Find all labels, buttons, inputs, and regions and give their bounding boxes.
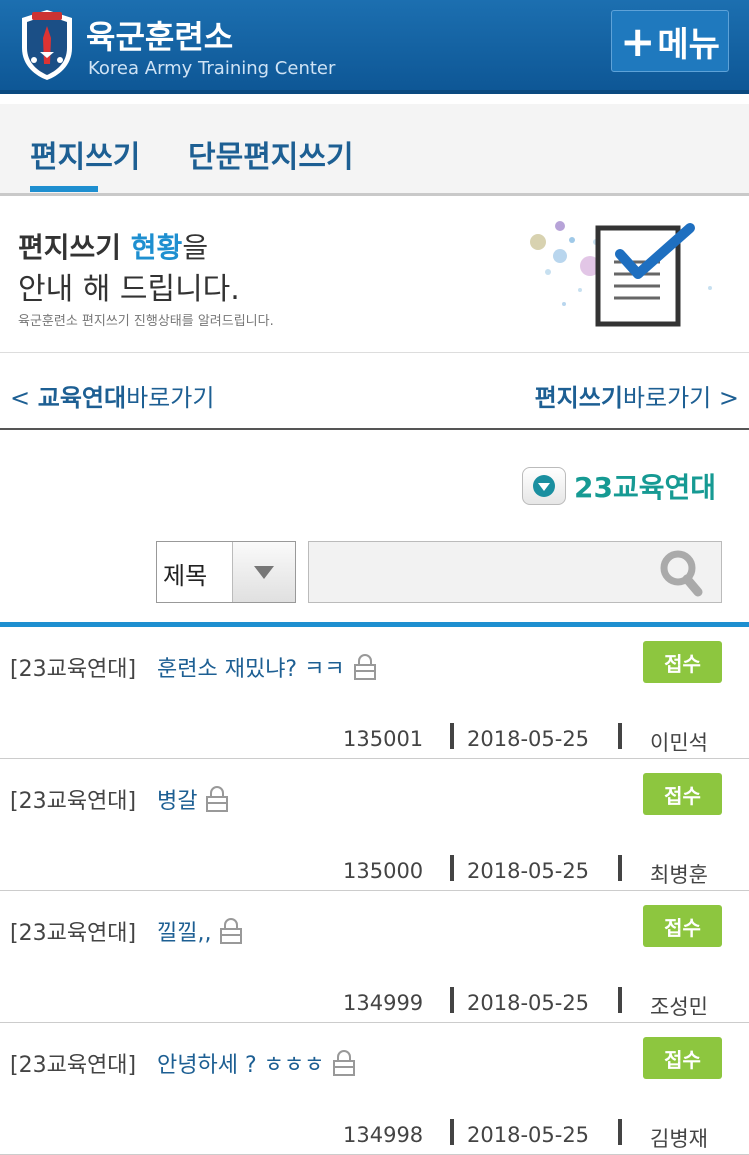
letter-author: 조성민 bbox=[650, 995, 708, 1019]
letter-title-link[interactable]: 안녕하세 ? ㅎㅎㅎ bbox=[157, 1047, 356, 1079]
status-badge: 접수 bbox=[643, 1037, 722, 1079]
divider bbox=[450, 1119, 454, 1145]
notice-description: 육군훈련소 편지쓰기 진행상태를 알려드립니다. bbox=[18, 314, 274, 329]
chevron-left-icon: < bbox=[10, 384, 38, 412]
unit-selector[interactable]: 23교육연대 bbox=[522, 466, 716, 506]
letter-number: 134998 bbox=[343, 1123, 424, 1147]
letter-date: 2018-05-25 bbox=[467, 859, 590, 883]
plus-icon: + bbox=[620, 16, 656, 66]
checklist-illustration-icon bbox=[530, 221, 712, 327]
go-training-unit-link[interactable]: < 교육연대바로가기 bbox=[10, 378, 214, 413]
brand-subtitle: Korea Army Training Center bbox=[88, 58, 336, 79]
letter-number: 134999 bbox=[343, 991, 424, 1015]
active-tab-indicator bbox=[30, 186, 98, 192]
letter-date: 2018-05-25 bbox=[467, 727, 590, 751]
letter-author: 최병훈 bbox=[650, 863, 708, 887]
status-badge: 접수 bbox=[643, 773, 722, 815]
letter-title-link[interactable]: 훈련소 재밌냐? ㅋㅋ bbox=[157, 651, 377, 683]
search-field-value: 제목 bbox=[163, 562, 208, 590]
go-training-unit-bold: 교육연대 bbox=[37, 384, 127, 412]
letter-author: 이민석 bbox=[650, 731, 708, 755]
letter-row[interactable]: [23교육연대] 낄낄,, 접수 134999 2018-05-25 조성민 bbox=[0, 891, 749, 1023]
go-write-letter-bold: 편지쓰기 bbox=[534, 384, 623, 412]
letter-row[interactable]: [23교육연대] 훈련소 재밌냐? ㅋㅋ 접수 135001 2018-05-2… bbox=[0, 627, 749, 759]
letter-title-link[interactable]: 병갈 bbox=[157, 783, 229, 815]
letter-title: 병갈 bbox=[157, 789, 198, 814]
letter-row[interactable]: [23교육연대] 병갈 접수 135000 2018-05-25 최병훈 bbox=[0, 759, 749, 891]
divider bbox=[450, 723, 454, 749]
lock-icon bbox=[206, 786, 229, 812]
unit-dropdown-button[interactable] bbox=[522, 467, 566, 505]
go-write-letter-rest: 바로가기 bbox=[622, 384, 712, 412]
lock-icon bbox=[220, 918, 243, 944]
lock-icon bbox=[333, 1050, 356, 1076]
letter-date: 2018-05-25 bbox=[467, 1123, 590, 1147]
letter-number: 135000 bbox=[343, 859, 424, 883]
menu-button[interactable]: + 메뉴 bbox=[611, 10, 729, 72]
notice-subheading: 안내 해 드립니다. bbox=[18, 272, 240, 307]
army-emblem-icon[interactable] bbox=[18, 8, 76, 82]
tab-write-letter[interactable]: 편지쓰기 bbox=[30, 132, 140, 176]
status-notice: 편지쓰기 현황을 안내 해 드립니다. 육군훈련소 편지쓰기 진행상태를 알려드… bbox=[0, 200, 749, 353]
divider bbox=[450, 987, 454, 1013]
chevron-right-icon: > bbox=[711, 384, 739, 412]
status-badge: 접수 bbox=[643, 641, 722, 683]
search-field-select[interactable]: 제목 bbox=[156, 541, 296, 603]
divider bbox=[450, 855, 454, 881]
letter-unit: [23교육연대] bbox=[10, 657, 137, 682]
triangle-down-icon bbox=[533, 475, 555, 497]
letter-author: 김병재 bbox=[650, 1127, 708, 1151]
chevron-down-icon bbox=[254, 566, 274, 579]
shortcut-bar: < 교육연대바로가기 편지쓰기바로가기 > bbox=[0, 352, 749, 430]
status-badge: 접수 bbox=[643, 905, 722, 947]
divider bbox=[618, 1119, 622, 1145]
app-header: 육군훈련소 Korea Army Training Center + 메뉴 bbox=[0, 0, 749, 94]
letter-title-link[interactable]: 낄낄,, bbox=[157, 915, 243, 947]
letter-unit: [23교육연대] bbox=[10, 789, 137, 814]
notice-heading-c: 을 bbox=[182, 231, 209, 264]
menu-label: 메뉴 bbox=[657, 24, 720, 65]
letter-date: 2018-05-25 bbox=[467, 991, 590, 1015]
divider bbox=[618, 855, 622, 881]
notice-heading: 편지쓰기 현황을 bbox=[18, 226, 208, 266]
brand-title: 육군훈련소 bbox=[86, 18, 234, 56]
search-icon[interactable] bbox=[656, 548, 706, 598]
go-training-unit-rest: 바로가기 bbox=[126, 384, 215, 412]
letter-unit: [23교육연대] bbox=[10, 921, 137, 946]
letter-row[interactable]: [23교육연대] 안녕하세 ? ㅎㅎㅎ 접수 134998 2018-05-25… bbox=[0, 1023, 749, 1155]
select-arrow[interactable] bbox=[232, 542, 295, 602]
tab-short-letter[interactable]: 단문편지쓰기 bbox=[188, 132, 354, 176]
notice-heading-a: 편지쓰기 bbox=[18, 231, 131, 264]
letter-number: 135001 bbox=[343, 727, 424, 751]
unit-selector-label[interactable]: 23교육연대 bbox=[574, 466, 716, 506]
lock-icon bbox=[353, 654, 376, 680]
divider bbox=[618, 987, 622, 1013]
tab-bar: 편지쓰기 단문편지쓰기 bbox=[0, 104, 749, 196]
divider bbox=[618, 723, 622, 749]
go-write-letter-link[interactable]: 편지쓰기바로가기 > bbox=[535, 378, 739, 413]
letter-title: 안녕하세 ? ㅎㅎㅎ bbox=[157, 1053, 325, 1078]
notice-heading-highlight: 현황 bbox=[130, 231, 183, 264]
letter-title: 낄낄,, bbox=[157, 921, 212, 946]
letter-title: 훈련소 재밌냐? ㅋㅋ bbox=[157, 657, 345, 682]
letter-unit: [23교육연대] bbox=[10, 1053, 137, 1078]
